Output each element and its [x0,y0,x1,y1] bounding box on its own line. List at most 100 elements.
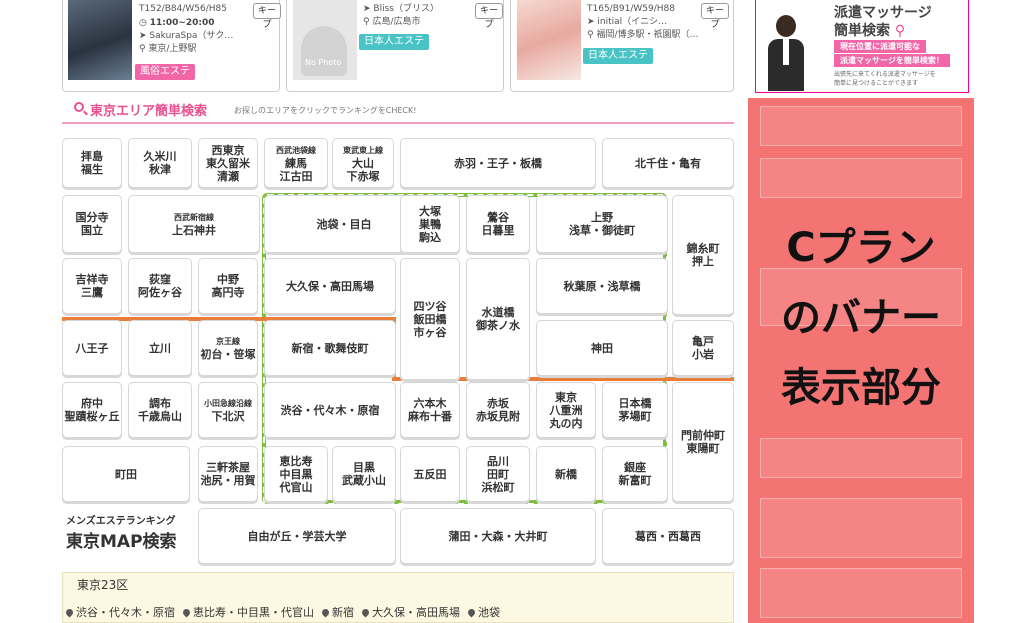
area-button[interactable]: 目黒 武蔵小山 [332,446,396,502]
area-button[interactable]: 神田 [536,320,668,376]
area-label: 荻窪 [149,273,171,286]
area-button[interactable]: 国分寺 国立 [62,195,122,253]
area-label: 赤羽・王子・板橋 [454,156,542,170]
area-button[interactable]: 日本橋 茅場町 [602,382,668,438]
category-tag[interactable]: 日本人エステ [583,48,653,64]
area-button[interactable]: 秋葉原・浅草橋 [536,258,668,314]
keep-button[interactable]: キープ [253,3,281,30]
area-button[interactable]: 錦糸町 押上 [672,195,734,315]
area-button[interactable]: 調布 千歳烏山 [128,382,192,438]
area-button[interactable]: 八王子 [62,320,122,376]
area-button[interactable]: 上野 浅草・御徒町 [536,195,668,253]
area-button[interactable]: 六本木 麻布十番 [400,382,460,438]
area-button[interactable]: 立川 [128,320,192,376]
area-button[interactable]: 小田急線沿線 下北沢 [198,382,258,438]
area-label: 拝島 [81,150,103,163]
area-button[interactable]: 銀座 新富町 [602,446,668,502]
area-button[interactable]: 吉祥寺 三鷹 [62,258,122,314]
area-button[interactable]: 西武池袋線 練馬 江古田 [264,138,328,188]
shop-photo[interactable] [517,0,581,80]
area-button[interactable]: 京王線 初台・笹塚 [198,320,258,376]
section-subtitle: お探しのエリアをクリックでランキングをCHECK! [234,106,417,115]
area-button[interactable]: 品川 田町 浜松町 [466,446,530,502]
shop-location: ⚲ 福岡/博多駅・祇園駅（… [587,30,699,40]
area-button[interactable]: 西武新宿線 上石神井 [128,195,260,253]
area-line-label: 小田急線沿線 [204,399,252,408]
ward-link[interactable]: 新宿 [320,602,354,622]
area-button[interactable]: 渋谷・代々木・原宿 [264,382,396,438]
ward-link[interactable]: 渋谷・代々木・原宿 [64,602,175,622]
shop-card[interactable]: T152/B84/W56/H85 ◷ 11:00~20:00 ➤ SakuraS… [62,0,281,92]
area-button[interactable]: 五反田 [400,446,460,502]
area-label: 五反田 [413,467,447,481]
keep-button[interactable]: キープ [701,3,729,30]
area-button[interactable]: 鶯谷 日暮里 [466,195,530,253]
category-tag[interactable]: 風俗エステ [135,64,195,80]
area-button[interactable]: 西東京 東久留米 清瀬 [198,138,258,188]
shop-size: T165/B91/W59/H88 [587,4,675,14]
area-button[interactable]: 新宿・歌舞伎町 [264,320,396,376]
shop-name[interactable]: ➤ Bliss（ブリス） [363,3,473,16]
shop-photo[interactable] [68,0,132,80]
shop-name[interactable]: ➤ initial（イニシ… [587,16,707,29]
ward-link[interactable]: 恵比寿・中目黒・代官山 [181,602,314,622]
area-label: 北千住・亀有 [635,156,701,170]
area-button[interactable]: 大塚 巣鴨 駒込 [400,195,460,253]
faint-banner [760,568,962,618]
area-label: 亀戸 [692,335,714,348]
area-button[interactable]: 恵比寿 中目黒 代官山 [264,446,328,502]
area-label: 四ツ谷 [413,299,447,313]
area-button[interactable]: 東京 八重洲 丸の内 [536,382,596,438]
area-label: 神田 [591,341,613,355]
ad-note: 出張先に来てくれる派遣マッサージを [834,71,936,78]
area-button[interactable]: 東武東上線 大山 下赤塚 [332,138,394,188]
ward-link[interactable]: 大久保・高田馬場 [360,602,460,622]
area-label: 市ヶ谷 [413,325,447,339]
area-button[interactable]: 赤羽・王子・板橋 [400,138,596,188]
area-button[interactable]: 三軒茶屋 池尻・用賀 [198,446,258,502]
no-photo-placeholder[interactable]: No Photo [293,0,357,80]
banner-label-line: Cプラン [786,225,936,271]
area-button[interactable]: 新橋 [536,446,596,502]
area-button[interactable]: 中野 高円寺 [198,258,258,314]
area-button[interactable]: 水道橋 御茶ノ水 [466,258,530,380]
area-search-header: 東京エリア簡単検索 お探しのエリアをクリックでランキングをCHECK! [62,96,734,124]
area-label: 赤坂見附 [476,410,520,423]
location-pin-icon [64,607,75,617]
area-label: 清瀬 [217,169,239,183]
area-button[interactable]: 門前仲町 東陽町 [672,382,734,502]
area-button[interactable]: 蒲田・大森・大井町 [400,508,596,564]
location-pin-icon [320,607,331,617]
section-title: 東京エリア簡単検索 [90,104,208,119]
area-label: 下赤塚 [346,169,380,183]
area-label: 阿佐ヶ谷 [138,286,182,299]
keep-button[interactable]: キープ [475,3,503,30]
area-label: 銀座 [624,461,646,474]
area-label: 中目黒 [279,467,313,481]
area-label: 飯田橋 [413,312,447,326]
ward-link[interactable]: 池袋 [466,602,500,622]
category-tag[interactable]: 日本人エステ [359,34,429,50]
area-button[interactable]: 亀戸 小岩 [672,320,734,376]
area-button[interactable]: 北千住・亀有 [602,138,734,188]
no-photo-label: No Photo [305,58,342,67]
shop-card[interactable]: No Photo ➤ Bliss（ブリス） ⚲ 広島/広島市 キープ 日本人エス… [286,0,504,92]
area-label: 日暮里 [481,224,515,237]
ward-links: 渋谷・代々木・原宿 恵比寿・中目黒・代官山 新宿 大久保・高田馬場 池袋 [64,602,500,622]
area-button[interactable]: 自由が丘・学芸大学 [198,508,396,564]
area-button[interactable]: 拝島 福生 [62,138,122,188]
area-button[interactable]: 町田 [62,446,190,502]
area-button[interactable]: 赤坂 赤坂見附 [466,382,530,438]
shop-name[interactable]: ➤ SakuraSpa（サク… [139,30,279,43]
shop-card[interactable]: T165/B91/W59/H88 ➤ initial（イニシ… ⚲ 福岡/博多駅… [510,0,734,92]
area-button[interactable]: 大久保・高田馬場 [264,258,396,314]
area-button[interactable]: 葛西・西葛西 [602,508,734,564]
c-plan-banner-area[interactable]: Cプラン のバナー 表示部分 [748,98,974,623]
area-button[interactable]: 四ツ谷 飯田橋 市ヶ谷 [400,258,460,380]
area-label: 代官山 [279,480,313,494]
person-silhouette-icon [301,26,347,76]
area-button[interactable]: 久米川 秋津 [128,138,192,188]
area-button[interactable]: 府中 聖蹟桜ヶ丘 [62,382,122,438]
dispatch-massage-ad[interactable]: 派遣マッサージ 簡単検索 ⚲ 現在位置に派遣可能な 派遣マッサージを簡単検索！ … [755,0,969,93]
area-button[interactable]: 荻窪 阿佐ヶ谷 [128,258,192,314]
